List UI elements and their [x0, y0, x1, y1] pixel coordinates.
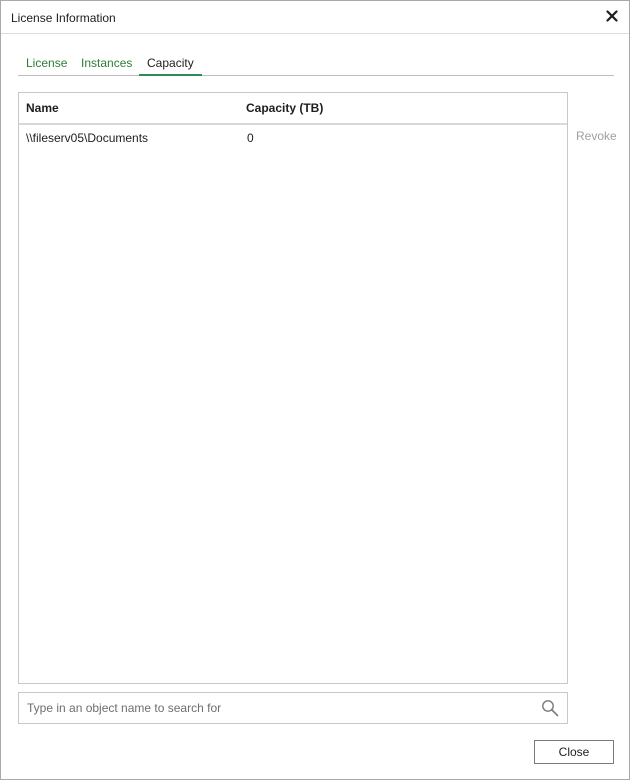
- column-header-capacity[interactable]: Capacity (TB): [246, 101, 323, 115]
- search-box: [18, 692, 568, 724]
- search-input[interactable]: [19, 693, 529, 723]
- close-icon[interactable]: [603, 7, 621, 25]
- tab-capacity[interactable]: Capacity: [139, 53, 202, 76]
- cell-name: \\fileserv05\Documents: [26, 131, 149, 145]
- license-information-dialog: License Information License Instances Ca…: [0, 0, 630, 780]
- revoke-button[interactable]: Revoke: [576, 129, 617, 143]
- tab-license[interactable]: License: [18, 53, 75, 75]
- window-title: License Information: [11, 11, 116, 25]
- table-header: Name Capacity (TB): [19, 93, 567, 125]
- tab-bar: License Instances Capacity: [18, 53, 614, 76]
- title-bar: License Information: [1, 1, 629, 34]
- column-header-name[interactable]: Name: [26, 101, 59, 115]
- search-icon[interactable]: [541, 699, 559, 717]
- close-button[interactable]: Close: [534, 740, 614, 764]
- tab-instances[interactable]: Instances: [73, 53, 140, 75]
- table-row[interactable]: \\fileserv05\Documents 0: [19, 127, 567, 147]
- cell-capacity: 0: [247, 131, 254, 145]
- capacity-table: Name Capacity (TB) \\fileserv05\Document…: [18, 92, 568, 684]
